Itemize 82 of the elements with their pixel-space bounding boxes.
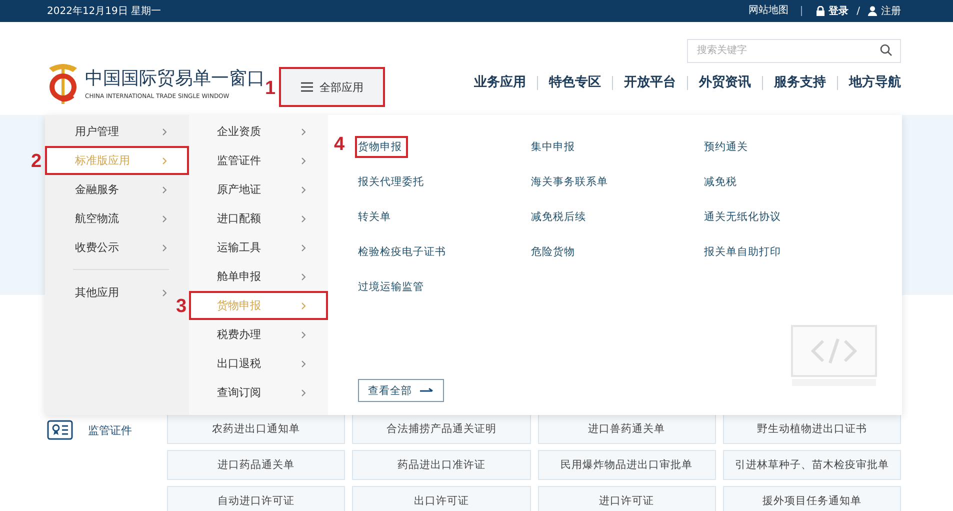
callout-number: 1 [265, 79, 276, 98]
app-link[interactable]: 过境运输监管 [355, 276, 430, 298]
callout-number: 4 [334, 135, 345, 154]
nav-link[interactable]: 特色专区 [537, 76, 612, 90]
chevron-icon [301, 272, 306, 280]
subcategory-item[interactable]: 运输工具 [188, 233, 328, 262]
subcategory-item[interactable]: 企业资质 [188, 117, 328, 146]
chevron-icon [162, 128, 167, 136]
category-item[interactable]: 金融服务 [45, 175, 175, 204]
separator-text: / [856, 6, 860, 16]
view-all-button[interactable]: 查看全部 [358, 379, 444, 402]
chevron-icon [301, 330, 306, 338]
app-link[interactable]: 减免税 [701, 171, 743, 193]
nav-link[interactable]: 外贸资讯 [687, 76, 762, 90]
certificate-link[interactable]: 进口许可证 [538, 486, 716, 511]
section-title: 监管证件 [88, 422, 132, 438]
nav-link[interactable]: 服务支持 [762, 76, 837, 90]
subcategory-item[interactable]: 舱单申报 [188, 262, 328, 291]
search-icon [880, 44, 892, 56]
chevron-icon [162, 186, 167, 194]
subcategory-item[interactable]: 税费办理 [188, 320, 328, 349]
callout-number: 3 [176, 297, 187, 316]
site-title: 中国国际贸易单一窗口 [85, 67, 265, 90]
nav-link[interactable]: 开放平台 [612, 76, 687, 90]
app-link[interactable]: 报关代理委托 [355, 171, 430, 193]
certificate-icon [47, 420, 73, 440]
app-link[interactable]: 转关单 [355, 206, 397, 228]
all-apps-button[interactable]: 全部应用 [279, 67, 385, 107]
chevron-icon [301, 128, 306, 136]
certificate-link[interactable]: 引进林草种子、苗木检疫审批单 [722, 450, 901, 480]
lock-icon [816, 6, 825, 16]
app-link[interactable]: 报关单自助打印 [701, 241, 787, 263]
category-item[interactable]: 用户管理 [45, 117, 175, 146]
chevron-icon [162, 156, 167, 164]
certificate-link[interactable]: 野生动植物进出口证书 [722, 414, 901, 444]
certificate-link[interactable]: 进口兽药通关单 [538, 414, 716, 444]
chevron-icon [301, 186, 306, 194]
chevron-icon [301, 360, 306, 368]
app-link[interactable]: 预约通关 [701, 136, 754, 158]
subcategory-item[interactable]: 进口配额 [188, 204, 328, 233]
certificate-link[interactable]: 进口药品通关单 [167, 450, 346, 480]
certificate-link[interactable]: 出口许可证 [352, 486, 530, 511]
chevron-icon [162, 244, 167, 252]
code-icon [791, 325, 877, 387]
certificate-link[interactable]: 民用爆炸物品进出口审批单 [538, 450, 716, 480]
subcategory-item[interactable]: 监管证件 [188, 146, 328, 175]
app-link[interactable]: 海关事务联系单 [528, 171, 614, 193]
date-text: 2022年12月19日 星期一 [47, 4, 162, 18]
chevron-icon [301, 302, 306, 310]
certificate-link[interactable]: 自动进口许可证 [167, 486, 346, 511]
category-item[interactable]: 其他应用 [45, 278, 175, 307]
category-item[interactable]: 航空物流 [45, 204, 175, 233]
arrow-icon [420, 388, 434, 394]
app-link[interactable]: 货物申报 [355, 136, 408, 158]
chevron-icon [301, 214, 306, 222]
app-link[interactable]: 检验检疫电子证书 [355, 241, 452, 263]
callout-number: 2 [31, 152, 42, 171]
nav-link[interactable]: 地方导航 [837, 76, 901, 90]
nav-link[interactable]: 业务应用 [463, 76, 537, 90]
app-link[interactable]: 通关无纸化协议 [701, 206, 787, 228]
certificate-link[interactable]: 药品进出口准许证 [352, 450, 530, 480]
chevron-icon [301, 244, 306, 252]
subcategory-item[interactable]: 出口退税 [188, 349, 328, 378]
chevron-icon [301, 388, 306, 396]
certificate-link[interactable]: 合法捕捞产品通关证明 [352, 414, 530, 444]
certificate-link[interactable]: 农药进出口通知单 [167, 414, 346, 444]
app-link[interactable]: 危险货物 [528, 241, 581, 263]
app-link[interactable]: 减免税后续 [528, 206, 592, 228]
chevron-icon [162, 214, 167, 222]
register-link[interactable]: 注册 [881, 4, 901, 18]
app-link[interactable]: 集中申报 [528, 136, 581, 158]
subcategory-item[interactable]: 查询订阅 [188, 378, 328, 407]
chevron-icon [301, 156, 306, 164]
login-link[interactable]: 登录 [828, 4, 849, 18]
certificate-link[interactable]: 援外项目任务通知单 [722, 486, 901, 511]
search-field[interactable]: 搜索关键字 [687, 38, 901, 62]
menu-icon [300, 82, 312, 92]
category-item[interactable]: 收费公示 [45, 233, 175, 262]
sitemap-link[interactable]: 网站地图 [748, 6, 802, 16]
chevron-icon [162, 288, 167, 296]
user-icon [868, 6, 877, 16]
subcategory-item[interactable]: 原产地证 [188, 175, 328, 204]
